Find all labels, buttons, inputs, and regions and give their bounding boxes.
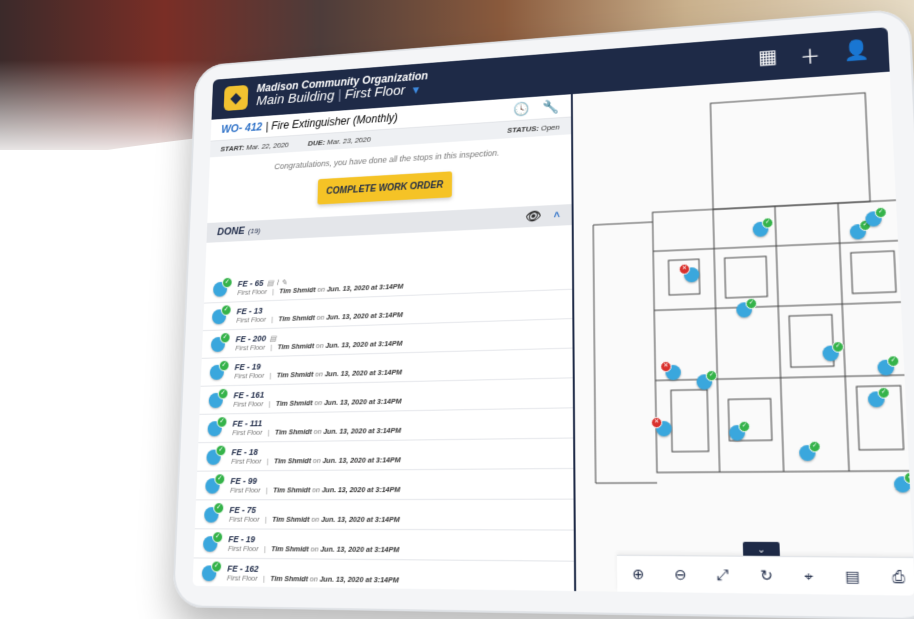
map-pin[interactable] (894, 476, 912, 492)
map-pin-failed[interactable] (656, 421, 672, 437)
list-item-text: FE - 18First Floor|Tim Shmidt on Jun. 13… (231, 445, 401, 466)
item-meta: First Floor|Tim Shmidt on Jun. 13, 2020 … (231, 456, 401, 466)
done-section-header[interactable]: DONE (19) 👁 ˄ (206, 204, 571, 243)
fit-screen-icon[interactable]: ⤢ (717, 566, 729, 584)
qr-code-icon[interactable]: ▦ (758, 44, 778, 73)
list-item-text: FE - 75First Floor|Tim Shmidt on Jun. 13… (229, 505, 400, 525)
header-actions: ▦ ＋ 👤 (758, 37, 871, 73)
item-meta: First Floor|Tim Shmidt on Jun. 13, 2020 … (230, 485, 400, 494)
extinguisher-pin-icon (209, 392, 224, 407)
list-item-text: FE - 13First Floor|Tim Shmidt on Jun. 13… (236, 300, 403, 324)
app-screen: ◆ Madison Community Organization Main Bu… (193, 27, 914, 595)
wrench-icon[interactable]: 🔧 (543, 98, 560, 115)
location-titles: Madison Community Organization Main Buil… (256, 70, 428, 109)
item-meta: First Floor|Tim Shmidt on Jun. 13, 2020 … (229, 515, 400, 524)
item-code: FE - 99 (230, 475, 400, 486)
plus-icon[interactable]: ＋ (799, 41, 821, 70)
user-icon[interactable]: 👤 (843, 37, 870, 67)
list-item-text: FE - 162First Floor|Tim Shmidt on Jun. 1… (227, 563, 399, 585)
chevron-down-icon[interactable]: ▼ (410, 84, 421, 97)
extinguisher-pin-icon (205, 478, 220, 493)
eye-icon[interactable]: 👁 (524, 209, 540, 225)
chevron-up-icon[interactable]: ˄ (554, 209, 560, 221)
map-toolbar: ⊕ ⊖ ⤢ ↻ ⌖ ▤ ⎙ (617, 555, 914, 596)
item-code: FE - 75 (229, 505, 400, 516)
extinguisher-pin-icon (212, 309, 226, 324)
tablet-scene: ◆ Madison Community Organization Main Bu… (0, 0, 914, 614)
status-text: STATUS: Open (507, 122, 559, 134)
list-item-text: FE - 19First Floor|Tim Shmidt on Jun. 13… (228, 534, 400, 555)
start-date: START: Mar. 22, 2020 (220, 140, 289, 152)
rotate-icon[interactable]: ↻ (760, 566, 773, 584)
due-date: DUE: Mar. 23, 2020 (308, 135, 371, 147)
clock-icon[interactable]: 🕓 (513, 100, 529, 117)
list-item-text: FE - 161First Floor|Tim Shmidt on Jun. 1… (233, 387, 402, 409)
item-extra-icons: ▤ (269, 334, 276, 343)
extinguisher-pin-icon (204, 507, 219, 522)
print-icon[interactable]: ⎙ (892, 567, 906, 586)
work-order-panel: WO- 412 | Fire Extinguisher (Monthly) 🕓 … (193, 94, 577, 591)
list-item[interactable]: FE - 111First Floor|Tim Shmidt on Jun. 1… (198, 408, 573, 443)
app-logo: ◆ (224, 85, 249, 111)
done-count: (19) (248, 226, 261, 235)
extinguisher-pin-icon (206, 449, 221, 464)
floor-plan-map[interactable]: ⌄ ⊕ ⊖ ⤢ ↻ ⌖ ▤ ⎙ (573, 72, 914, 596)
zoom-in-icon[interactable]: ⊕ (632, 565, 644, 583)
extinguisher-pin-icon (203, 536, 218, 552)
done-list: FE - 65▤ ⌇ ✎First Floor|Tim Shmidt on Ju… (193, 261, 575, 591)
work-order-actions: 🕓 🔧 (513, 98, 559, 117)
list-item[interactable]: FE - 19First Floor|Tim Shmidt on Jun. 13… (194, 529, 574, 561)
extinguisher-pin-icon (202, 565, 217, 581)
comment-icon[interactable]: ▤ (845, 567, 861, 586)
list-item[interactable]: FE - 75First Floor|Tim Shmidt on Jun. 13… (195, 500, 574, 531)
list-item-text: FE - 99First Floor|Tim Shmidt on Jun. 13… (230, 475, 400, 495)
extinguisher-pin-icon (211, 336, 226, 351)
floor-name: First Floor (345, 83, 406, 103)
list-item-text: FE - 111First Floor|Tim Shmidt on Jun. 1… (232, 416, 401, 438)
item-meta: First Floor|Tim Shmidt on Jun. 13, 2020 … (228, 544, 399, 554)
list-item[interactable]: FE - 18First Floor|Tim Shmidt on Jun. 13… (197, 439, 573, 472)
list-item-text: FE - 65▤ ⌇ ✎First Floor|Tim Shmidt on Ju… (237, 272, 403, 297)
map-pin[interactable] (799, 445, 816, 461)
list-item-text: FE - 200▤First Floor|Tim Shmidt on Jun. … (235, 329, 402, 353)
done-label: DONE (217, 226, 245, 238)
list-item-text: FE - 19First Floor|Tim Shmidt on Jun. 13… (234, 358, 402, 381)
tablet-device: ◆ Madison Community Organization Main Bu… (172, 8, 914, 619)
item-meta: First Floor|Tim Shmidt on Jun. 13, 2020 … (227, 574, 399, 585)
map-pin[interactable] (729, 425, 745, 441)
complete-work-order-button[interactable]: COMPLETE WORK ORDER (317, 171, 452, 204)
extinguisher-pin-icon (210, 364, 225, 379)
location-off-icon[interactable]: ⌖ (804, 566, 813, 585)
zoom-out-icon[interactable]: ⊖ (674, 565, 687, 583)
work-order-id[interactable]: WO- 412 (221, 120, 262, 135)
item-meta: First Floor|Tim Shmidt on Jun. 13, 2020 … (232, 426, 401, 437)
list-item[interactable]: FE - 99First Floor|Tim Shmidt on Jun. 13… (196, 469, 574, 500)
extinguisher-pin-icon (207, 421, 222, 436)
item-extra-icons: ▤ ⌇ ✎ (267, 278, 287, 287)
extinguisher-pin-icon (213, 281, 227, 296)
list-item[interactable]: FE - 162First Floor|Tim Shmidt on Jun. 1… (193, 558, 575, 591)
